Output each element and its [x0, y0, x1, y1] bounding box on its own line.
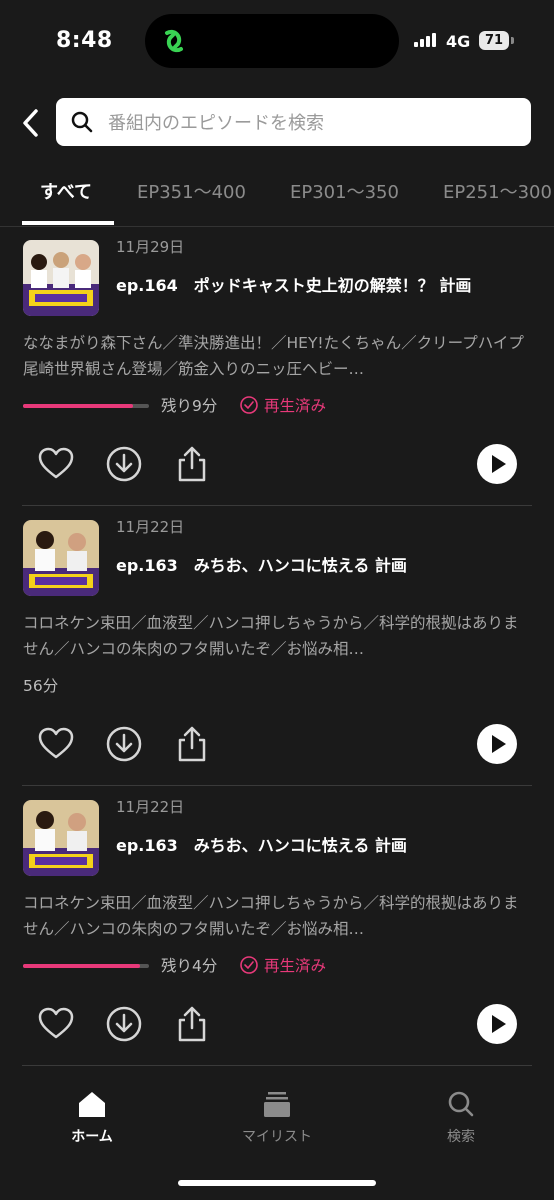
tab-ep251-300[interactable]: EP251〜300 — [443, 178, 552, 204]
playback-status: 残り9分 再生済み — [23, 394, 423, 418]
home-indicator — [178, 1180, 376, 1186]
nav-home[interactable]: ホーム — [37, 1090, 147, 1146]
heart-icon[interactable] — [36, 724, 76, 764]
chevron-left-icon — [23, 109, 38, 137]
episode-description: ななまがり森下さん／準決勝進出！／HEY!たくちゃん／クリープハイプ 尾崎世界観… — [23, 334, 524, 378]
progress-bar — [23, 964, 149, 968]
network-type: 4G — [446, 32, 471, 51]
episode-item[interactable]: 11月22日 ep.163 みちお、ハンコに怯える 計画 コロネケン束田／血液型… — [0, 506, 554, 786]
episode-actions — [0, 1000, 554, 1050]
episode-thumbnail — [23, 800, 99, 876]
progress-bar — [23, 404, 149, 408]
download-icon[interactable] — [104, 444, 144, 484]
episode-title-text: ポッドキャスト史上初の解禁！？ 計画 — [193, 276, 472, 295]
playback-status: 残り4分 再生済み — [23, 954, 423, 978]
download-icon[interactable] — [104, 1004, 144, 1044]
status-time: 8:48 — [56, 28, 113, 53]
tab-all[interactable]: すべて — [40, 178, 92, 204]
back-button[interactable] — [16, 104, 46, 142]
remaining-time: 残り9分 — [161, 397, 218, 415]
play-button[interactable] — [477, 444, 517, 484]
app-link-icon — [165, 29, 183, 53]
status-bar: 8:48 4G 71 — [0, 0, 554, 84]
share-icon[interactable] — [172, 444, 212, 484]
episode-item[interactable]: 11月22日 ep.163 みちお、ハンコに怯える 計画 コロネケン束田／血液型… — [0, 786, 554, 1066]
tab-ep301-350[interactable]: EP301〜350 — [290, 178, 399, 204]
episode-title: ep.163 みちお、ハンコに怯える 計画 — [116, 552, 407, 576]
played-label: 再生済み — [264, 957, 327, 975]
share-icon[interactable] — [172, 1004, 212, 1044]
tab-ep351-400[interactable]: EP351〜400 — [137, 178, 246, 204]
progress-bar-fill — [23, 964, 141, 968]
progress-bar-fill — [23, 404, 133, 408]
nav-search-label: 検索 — [447, 1129, 475, 1145]
nav-home-label: ホーム — [71, 1129, 113, 1145]
nav-mylist[interactable]: マイリスト — [222, 1090, 332, 1146]
nav-mylist-label: マイリスト — [242, 1129, 312, 1145]
heart-icon[interactable] — [36, 444, 76, 484]
episode-title-text: みちお、ハンコに怯える 計画 — [193, 556, 407, 575]
episode-title-text: みちお、ハンコに怯える 計画 — [193, 836, 407, 855]
episode-actions — [0, 440, 554, 490]
battery-cap — [511, 37, 514, 44]
heart-icon[interactable] — [36, 1004, 76, 1044]
episode-title: ep.163 みちお、ハンコに怯える 計画 — [116, 832, 407, 856]
check-circle-icon — [240, 396, 258, 414]
episode-description: コロネケン束田／血液型／ハンコ押しちゃうから／科学的根拠はありません／ハンコの朱… — [23, 614, 519, 658]
divider — [22, 1065, 532, 1066]
tab-active-indicator — [22, 221, 114, 225]
remaining-time: 残り4分 — [161, 957, 218, 975]
episode-item[interactable]: 11月29日 ep.164 ポッドキャスト史上初の解禁！？ 計画 ななまがり森下… — [0, 226, 554, 506]
play-button[interactable] — [477, 724, 517, 764]
dynamic-island — [145, 14, 399, 68]
episode-date: 11月22日 — [116, 798, 185, 816]
battery-icon: 71 — [479, 31, 509, 50]
episode-title: ep.164 ポッドキャスト史上初の解禁！？ 計画 — [116, 272, 471, 296]
episode-number: ep.163 — [116, 556, 178, 575]
home-icon — [79, 1092, 105, 1117]
episode-thumbnail — [23, 520, 99, 596]
episode-date: 11月22日 — [116, 518, 185, 536]
search-bar[interactable] — [56, 98, 531, 148]
episode-thumbnail — [23, 240, 99, 316]
played-badge: 再生済み — [239, 954, 326, 976]
share-icon[interactable] — [172, 724, 212, 764]
played-label: 再生済み — [264, 397, 327, 415]
episode-number: ep.164 — [116, 276, 178, 295]
check-circle-icon — [240, 956, 258, 974]
played-badge: 再生済み — [239, 394, 326, 416]
download-icon[interactable] — [104, 724, 144, 764]
episode-description: コロネケン束田／血液型／ハンコ押しちゃうから／科学的根拠はありません／ハンコの朱… — [23, 894, 519, 938]
search-icon — [448, 1091, 474, 1117]
episode-actions — [0, 720, 554, 770]
mylist-icon — [264, 1092, 290, 1117]
episode-duration: 56分 — [23, 677, 59, 695]
nav-search[interactable]: 検索 — [406, 1090, 516, 1146]
episode-range-tabs: すべて EP351〜400 EP301〜350 EP251〜300 — [0, 166, 554, 227]
play-button[interactable] — [477, 1004, 517, 1044]
search-icon — [71, 111, 93, 133]
search-input[interactable] — [106, 98, 520, 148]
episode-number: ep.163 — [116, 836, 178, 855]
signal-icon — [414, 33, 440, 47]
episode-date: 11月29日 — [116, 238, 185, 256]
